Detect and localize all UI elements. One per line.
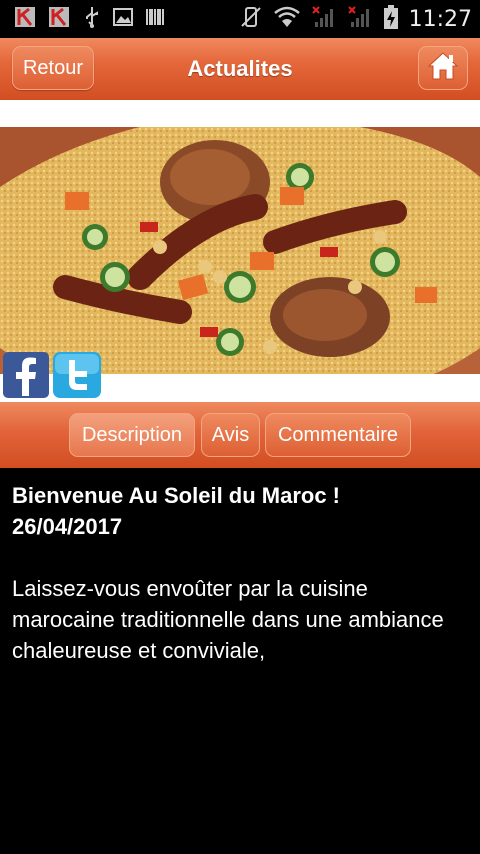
vibrate-off-icon <box>239 5 263 34</box>
article-date: 26/04/2017 <box>12 514 123 539</box>
article-heading: Bienvenue Au Soleil du Maroc ! 26/04/201… <box>12 480 472 542</box>
article-content: Bienvenue Au Soleil du Maroc ! 26/04/201… <box>12 480 472 666</box>
facebook-icon <box>3 352 49 402</box>
back-button[interactable]: Retour <box>12 46 94 90</box>
twitter-share-button[interactable] <box>53 352 101 398</box>
tab-description[interactable]: Description <box>69 413 195 457</box>
tab-bar: Description Avis Commentaire <box>0 402 480 468</box>
signal-no-service-icon <box>311 5 337 34</box>
status-bar: 11:27 <box>0 0 480 38</box>
tab-avis[interactable]: Avis <box>201 413 260 457</box>
signal-no-service-icon <box>347 5 373 34</box>
article-title: Bienvenue Au Soleil du Maroc ! <box>12 483 341 508</box>
k-notification-icon <box>48 5 72 34</box>
home-button[interactable] <box>418 46 468 90</box>
app-header: Actualites Retour <box>0 38 480 100</box>
header-divider <box>0 100 480 127</box>
battery-charging-icon <box>383 4 399 35</box>
twitter-icon <box>53 352 101 402</box>
wifi-icon <box>273 5 301 34</box>
facebook-share-button[interactable] <box>3 352 49 398</box>
tab-commentaire[interactable]: Commentaire <box>265 413 411 457</box>
clock: 11:27 <box>408 6 472 32</box>
usb-icon <box>82 5 102 34</box>
article-body: Laissez-vous envoûter par la cuisine mar… <box>12 576 444 663</box>
home-icon <box>427 51 459 86</box>
barcode-icon <box>144 6 166 33</box>
k-notification-icon <box>14 5 38 34</box>
article-photo <box>0 127 480 374</box>
image-icon <box>112 6 134 33</box>
